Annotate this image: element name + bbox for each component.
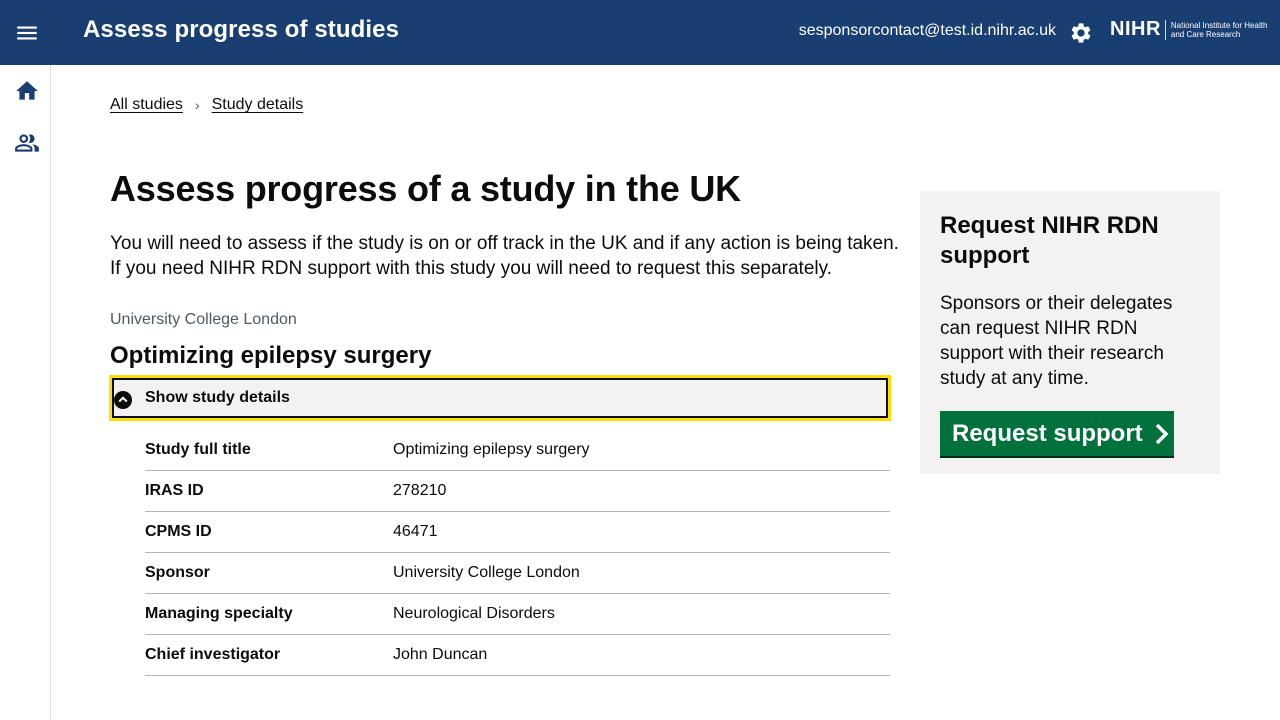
request-support-button[interactable]: Request support bbox=[940, 411, 1174, 456]
intro-text: You will need to assess if the study is … bbox=[110, 233, 899, 279]
logo-mark: NIHR bbox=[1110, 18, 1161, 40]
logo-divider bbox=[1164, 19, 1166, 40]
request-support-panel: Request NIHR RDN support Sponsors or the… bbox=[920, 191, 1220, 474]
summary-key: Managing specialty bbox=[145, 605, 293, 622]
study-title: Optimizing epilepsy surgery bbox=[110, 342, 432, 369]
app-header: Assess progress of studies sesponsorcont… bbox=[0, 0, 1280, 65]
summary-value: John Duncan bbox=[393, 646, 488, 663]
summary-value: 46471 bbox=[393, 523, 438, 540]
people-icon[interactable] bbox=[14, 130, 40, 156]
user-email: sesponsorcontact@test.id.nihr.ac.uk bbox=[798, 22, 1056, 39]
summary-key: IRAS ID bbox=[145, 482, 204, 499]
summary-key: Study full title bbox=[145, 441, 251, 458]
page-title: Assess progress of a study in the UK bbox=[110, 168, 741, 209]
app-title: Assess progress of studies bbox=[83, 16, 400, 43]
logo-text: National Institute for Health and Care R… bbox=[1170, 20, 1268, 39]
side-navigation bbox=[0, 65, 51, 720]
nihr-logo: NIHR National Institute for Health and C… bbox=[1110, 18, 1271, 41]
summary-row: Study full title Optimizing epilepsy sur… bbox=[145, 430, 890, 471]
chevron-right-icon bbox=[1155, 423, 1169, 444]
summary-row: Chief investigator John Duncan bbox=[145, 635, 890, 676]
summary-row: Sponsor University College London bbox=[145, 553, 890, 594]
hamburger-menu-icon[interactable] bbox=[14, 20, 40, 46]
summary-value: 278210 bbox=[393, 482, 447, 499]
home-icon[interactable] bbox=[14, 78, 40, 104]
summary-key: CPMS ID bbox=[145, 523, 212, 540]
chevron-right-icon: › bbox=[194, 97, 200, 113]
summary-value: University College London bbox=[393, 564, 580, 581]
breadcrumb-all-studies[interactable]: All studies bbox=[110, 96, 183, 114]
study-summary-list: Study full title Optimizing epilepsy sur… bbox=[145, 430, 890, 676]
chevron-up-circle-icon bbox=[114, 391, 132, 409]
toggle-label: Show study details bbox=[145, 389, 290, 406]
breadcrumb: All studies › Study details bbox=[110, 96, 303, 114]
summary-key: Chief investigator bbox=[145, 646, 281, 663]
gear-icon[interactable] bbox=[1069, 21, 1093, 45]
summary-row: IRAS ID 278210 bbox=[145, 471, 890, 512]
summary-row: Managing specialty Neurological Disorder… bbox=[145, 594, 890, 635]
panel-body: Sponsors or their delegates can request … bbox=[940, 293, 1173, 389]
summary-key: Sponsor bbox=[145, 564, 210, 581]
panel-title: Request NIHR RDN support bbox=[940, 212, 1159, 269]
summary-row: CPMS ID 46471 bbox=[145, 512, 890, 553]
breadcrumb-study-details[interactable]: Study details bbox=[212, 96, 304, 114]
organisation-caption: University College London bbox=[110, 311, 297, 328]
summary-value: Optimizing epilepsy surgery bbox=[393, 441, 590, 458]
summary-value: Neurological Disorders bbox=[393, 605, 555, 622]
show-study-details-toggle[interactable]: Show study details bbox=[109, 375, 891, 421]
button-label: Request support bbox=[952, 419, 1143, 447]
